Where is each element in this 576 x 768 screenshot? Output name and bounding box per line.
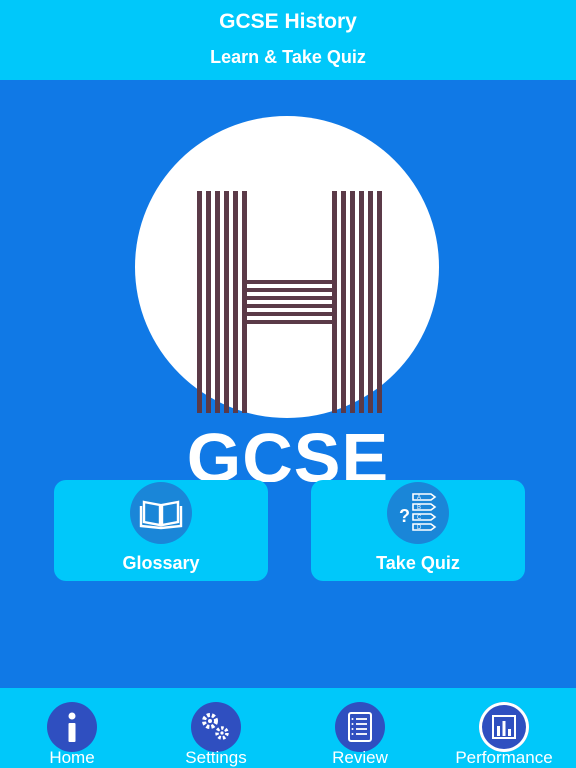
tab-home-label: Home <box>49 748 95 767</box>
app-title: GCSE History <box>219 10 357 33</box>
svg-text:A: A <box>417 495 421 501</box>
tab-review-label: Review <box>332 748 388 767</box>
main-area: GCSE Glossary ? AB C D Take Quiz <box>0 80 576 688</box>
header-bar: GCSE History Learn & Take Quiz <box>0 0 576 80</box>
logo-text: GCSE <box>186 420 390 482</box>
tab-settings[interactable]: Settings <box>151 688 281 768</box>
tab-settings-label: Settings <box>185 748 247 767</box>
tab-home[interactable]: Home <box>7 688 137 768</box>
book-icon <box>130 482 192 544</box>
quiz-icon: ? AB CD <box>387 482 449 544</box>
svg-text:C: C <box>417 515 422 521</box>
glossary-label: Glossary <box>122 553 200 573</box>
svg-text:B: B <box>417 505 421 511</box>
review-list-icon <box>335 702 385 752</box>
tab-performance[interactable]: Performance <box>439 688 569 768</box>
h-letter-logo <box>135 116 439 418</box>
bar-chart-icon <box>479 702 529 752</box>
tab-bar: Home Settings Review Performance <box>0 688 576 768</box>
app-subtitle: Learn & Take Quiz <box>210 47 366 67</box>
tab-performance-label: Performance <box>455 748 553 767</box>
gears-icon <box>191 702 241 752</box>
svg-text:?: ? <box>399 506 410 526</box>
take-quiz-button[interactable]: ? AB CD Take Quiz <box>311 480 525 581</box>
h-letter-logo-icon <box>197 191 382 413</box>
svg-text:D: D <box>417 525 422 531</box>
take-quiz-label: Take Quiz <box>376 553 460 573</box>
glossary-button[interactable]: Glossary <box>54 480 268 581</box>
tab-review[interactable]: Review <box>295 688 425 768</box>
info-icon <box>47 702 97 752</box>
